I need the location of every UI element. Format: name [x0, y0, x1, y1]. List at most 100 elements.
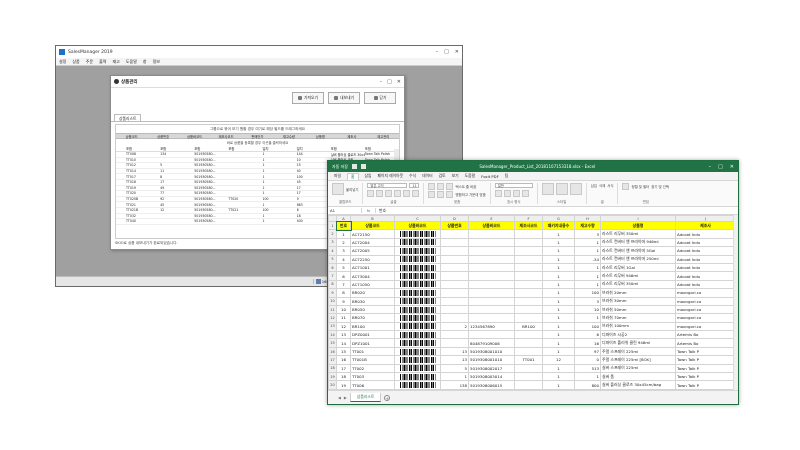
sheet-cell[interactable]: 실버 폼 — [600, 372, 676, 382]
sheet-cell[interactable]: 라스트 컨버터 앤 프라이머 5Gal — [600, 246, 676, 256]
sheet-cell[interactable]: AC72004 — [350, 237, 395, 248]
ribbon-tab[interactable]: 팀 — [505, 173, 509, 179]
sheet-cell[interactable]: 6 — [574, 330, 601, 340]
filter-cell[interactable]: 포함 — [126, 146, 160, 151]
sheet-cell[interactable]: 5019308003014 — [468, 372, 515, 382]
row-number[interactable]: 20 — [328, 380, 337, 390]
sheet-cell[interactable]: 4 — [336, 254, 351, 264]
sheet-cell[interactable]: 1 — [542, 380, 575, 390]
menu-item[interactable]: 출력 — [99, 59, 106, 65]
filter-cell[interactable]: 포함 — [331, 146, 365, 151]
sheet-cell[interactable]: 실버 플러싱 클로즈 30x45cm/bag — [600, 380, 676, 390]
conditional-format-icon[interactable] — [541, 183, 554, 195]
sheet-cell[interactable]: 12 — [336, 321, 351, 332]
align-bottom-icon[interactable] — [446, 183, 454, 190]
sheet-cell[interactable] — [514, 296, 543, 306]
menu-item[interactable]: 재고 — [113, 59, 120, 65]
barcode-cell[interactable] — [394, 330, 441, 340]
sheet-cell[interactable]: 5019308001010 — [468, 355, 515, 365]
sheet-cell[interactable]: 1 — [542, 304, 575, 315]
header-cell[interactable]: 상품바코드 — [468, 220, 515, 231]
align-top-icon[interactable] — [428, 183, 436, 190]
sheet-cell[interactable] — [440, 296, 469, 306]
sheet-cell[interactable]: 주얼 스프레이 225ml — [600, 346, 676, 357]
sheet-cell[interactable]: Adcoat Indu — [675, 254, 736, 264]
sheet-cell[interactable] — [440, 262, 469, 273]
barcode-cell[interactable] — [394, 372, 441, 382]
sheet-cell[interactable]: 138 — [440, 380, 469, 390]
sheet-cell[interactable] — [514, 279, 543, 290]
barcode-cell[interactable] — [394, 237, 441, 248]
align-center-icon[interactable] — [437, 191, 445, 198]
sheet-cell[interactable]: 16 — [336, 355, 351, 365]
barcode-cell[interactable] — [394, 346, 441, 357]
comma-icon[interactable] — [512, 190, 520, 197]
sheet-cell[interactable] — [514, 372, 543, 382]
header-cell[interactable]: 상품번호 — [440, 220, 469, 231]
sheet-cell[interactable]: 1 — [574, 271, 601, 281]
grid-column-header[interactable]: 제조사코드 — [210, 134, 241, 139]
sheet-cell[interactable]: 1 — [542, 321, 575, 332]
sheet-cell[interactable] — [440, 237, 469, 248]
sheet-cell[interactable]: 10 — [574, 304, 601, 315]
sheet-cell[interactable]: TT001 — [514, 355, 543, 365]
font-size-select[interactable]: 11 — [409, 183, 420, 188]
fill-color-icon[interactable] — [403, 190, 411, 197]
header-cell[interactable]: 패키지내용수 — [542, 220, 575, 231]
sheet-cell[interactable]: 8 — [336, 288, 351, 298]
sheet-cell[interactable] — [514, 313, 543, 323]
sheet-cell[interactable]: 7 — [336, 279, 351, 290]
sheet-cell[interactable]: 1 — [542, 279, 575, 290]
percent-icon[interactable] — [503, 190, 511, 197]
sheet-cell[interactable] — [468, 254, 515, 264]
sheet-cell[interactable]: 실버 스프레이 225ml — [600, 363, 676, 374]
sheet-cell[interactable]: 1 — [542, 338, 575, 348]
sheet-cell[interactable]: 1 — [542, 229, 575, 239]
sheet-cell[interactable] — [514, 380, 543, 390]
delete-button[interactable]: 삭제 — [599, 183, 605, 188]
sheet-cell[interactable] — [440, 229, 469, 239]
sheet-cell[interactable]: 라스트 컨버터 앤 프라이머 946ml — [600, 237, 676, 248]
sheet-cell[interactable] — [468, 229, 515, 239]
ribbon-tab[interactable]: 삽입 — [365, 173, 372, 179]
sheet-cell[interactable]: 17 — [336, 363, 351, 374]
sheet-cell[interactable]: Adcoat Indu — [675, 262, 736, 273]
sheet-cell[interactable]: 800 — [574, 380, 601, 390]
sheet-cell[interactable] — [440, 246, 469, 256]
maximize-icon[interactable]: □ — [387, 79, 392, 85]
filter-cell[interactable]: 포함 — [160, 146, 194, 151]
sheet-cell[interactable]: 1 — [542, 262, 575, 273]
sheet-cell[interactable]: 1 — [542, 237, 575, 248]
barcode-cell[interactable] — [394, 271, 441, 281]
sheet-cell[interactable] — [514, 237, 543, 248]
sheet-cell[interactable] — [468, 296, 515, 306]
sheet-cell[interactable]: TT001B — [350, 355, 395, 365]
sheet-cell[interactable]: DPZ1001 — [350, 338, 395, 348]
format-as-table-icon[interactable] — [555, 183, 568, 195]
sheet-cell[interactable] — [440, 254, 469, 264]
paste-icon[interactable] — [332, 183, 344, 195]
sheet-cell[interactable]: Town Talk P — [675, 355, 736, 365]
row-number[interactable]: 7 — [328, 271, 337, 281]
menu-item[interactable]: 정보 — [153, 59, 160, 65]
header-cell[interactable]: 제조사 — [675, 220, 736, 231]
sheet-cell[interactable] — [514, 304, 543, 315]
sheet-cell[interactable]: 13 — [440, 355, 469, 365]
sheet-cell[interactable] — [440, 288, 469, 298]
menu-item[interactable]: 도움말 — [126, 59, 137, 65]
undo-icon[interactable] — [361, 164, 366, 169]
tab-product-list[interactable]: 상품리스트 — [114, 114, 142, 121]
sheet-cell[interactable]: 15 — [336, 346, 351, 357]
sheet-cell[interactable]: Adcoat Indu — [675, 271, 736, 281]
sheet-cell[interactable] — [514, 271, 543, 281]
sheet-cell[interactable]: 10 — [336, 304, 351, 315]
sheet-cell[interactable]: 1 — [574, 372, 601, 382]
sheet-cell[interactable]: 라스트 리무버 350ml — [600, 229, 676, 239]
italic-icon[interactable] — [376, 190, 384, 197]
sheet-cell[interactable]: 1 — [542, 313, 575, 323]
sheet-cell[interactable]: 6 — [336, 271, 351, 281]
underline-icon[interactable] — [385, 190, 393, 197]
ribbon-tab[interactable]: 도움말 — [465, 173, 475, 179]
row-number[interactable]: 5 — [328, 254, 337, 264]
sheet-cell[interactable]: Town Talk P — [675, 363, 736, 374]
